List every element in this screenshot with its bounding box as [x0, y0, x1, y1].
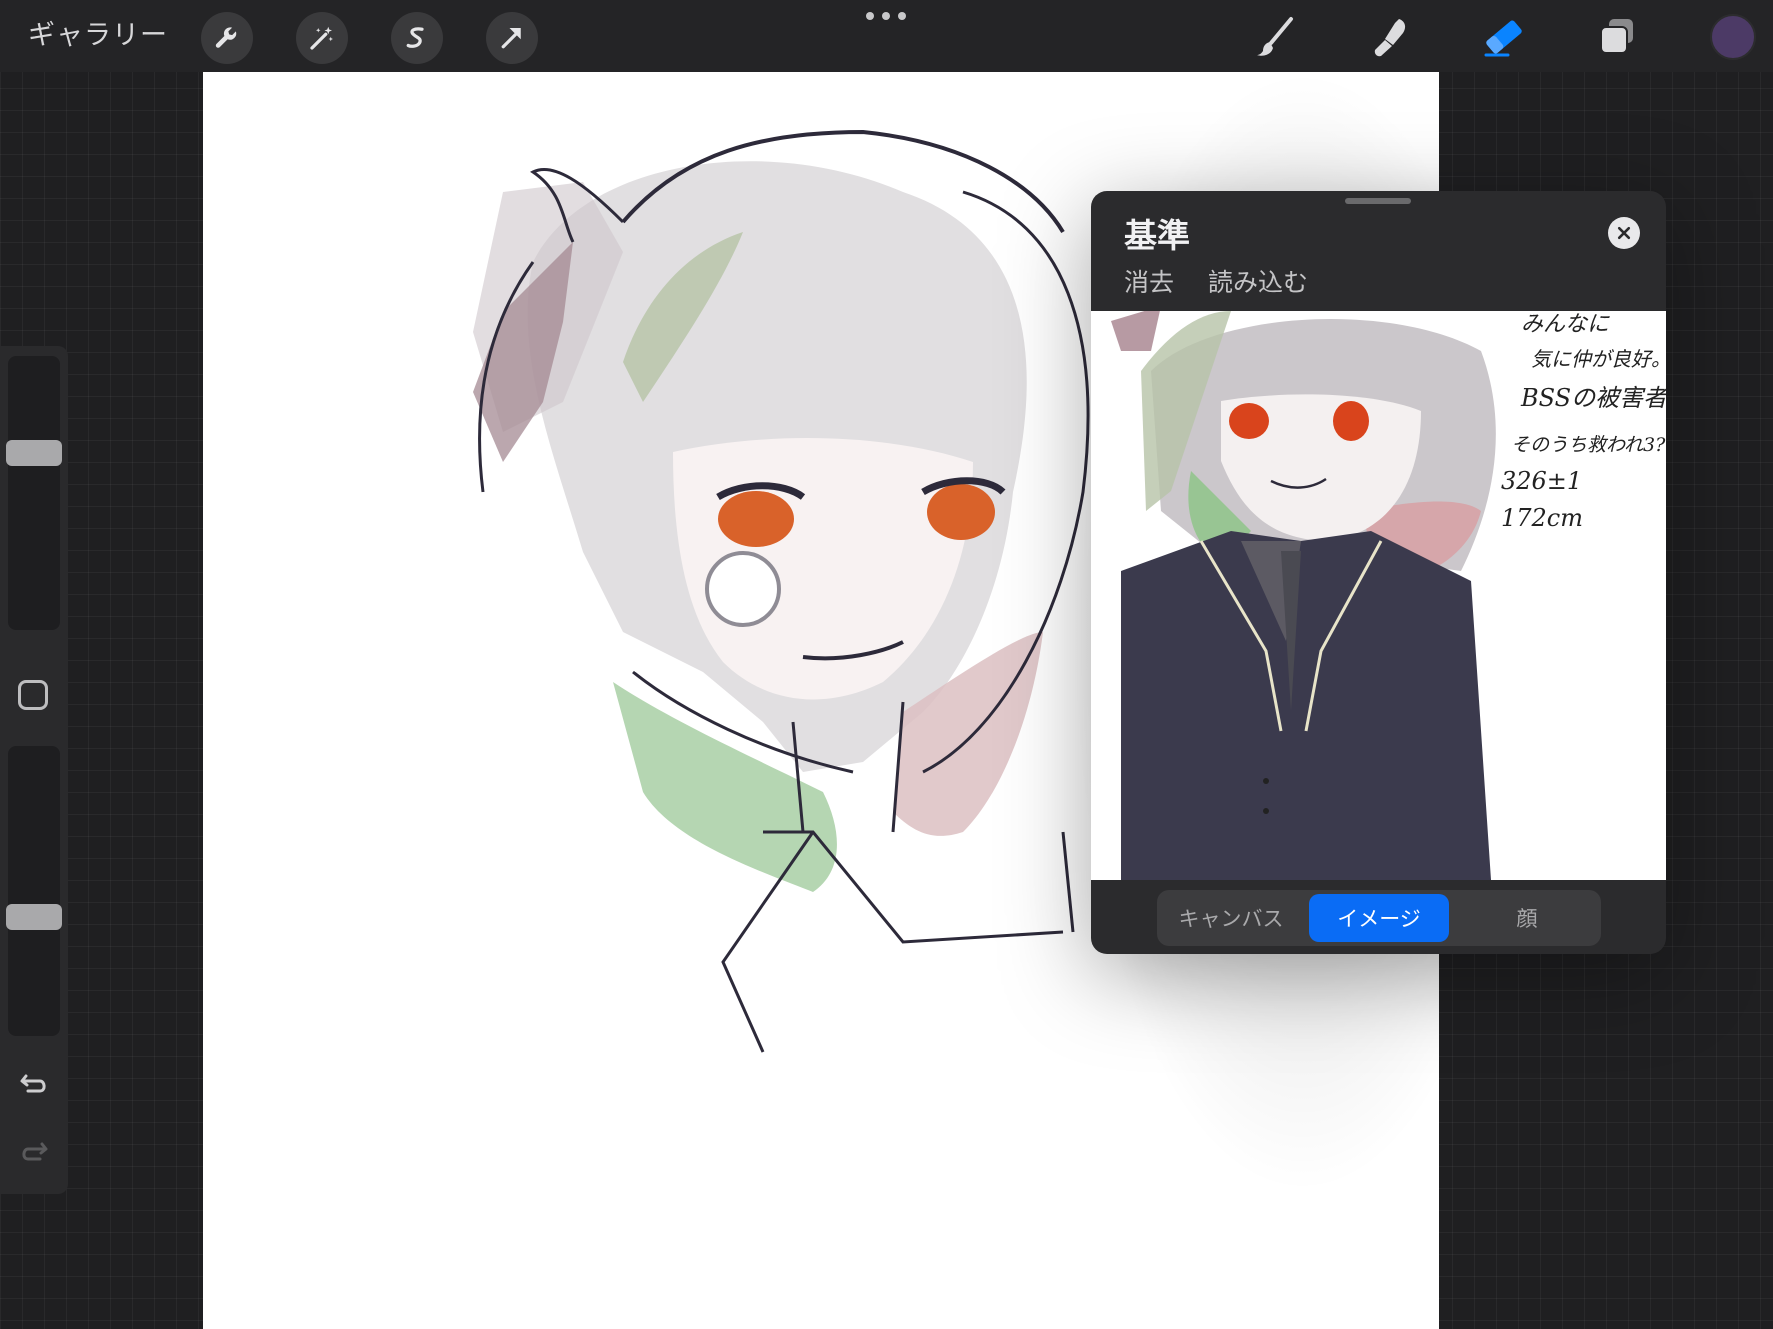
modify-button[interactable]	[18, 680, 48, 710]
brush-size-slider[interactable]	[8, 356, 60, 630]
more-dots-icon[interactable]	[866, 8, 906, 24]
panel-title: 基準	[1124, 216, 1190, 255]
note-line-2: 気に仲が良好。	[1531, 347, 1666, 371]
import-button[interactable]: 読み込む	[1208, 268, 1308, 297]
note-line-4: そのうち救われ3?	[1511, 434, 1666, 456]
wrench-icon[interactable]	[201, 12, 253, 64]
reference-image[interactable]: みんなに 気に仲が良好。 BSSの被害者。 そのうち救われ3? 326±1 17…	[1091, 311, 1666, 880]
selection-icon[interactable]	[391, 12, 443, 64]
segment-face[interactable]: 顔	[1457, 894, 1597, 942]
eraser-icon[interactable]	[1477, 10, 1531, 64]
note-line-3: BSSの被害者。	[1520, 384, 1666, 412]
opacity-slider[interactable]	[8, 746, 60, 1036]
gallery-button[interactable]: ギャラリー	[28, 16, 168, 56]
drag-handle[interactable]	[1345, 198, 1411, 204]
note-line-5: 326±1	[1501, 467, 1582, 495]
magic-wand-icon[interactable]	[296, 12, 348, 64]
note-line-1: みんなに	[1521, 312, 1610, 337]
transform-arrow-icon[interactable]	[486, 12, 538, 64]
segment-canvas[interactable]: キャンバス	[1161, 894, 1301, 942]
segment-image[interactable]: イメージ	[1309, 894, 1449, 942]
close-button[interactable]	[1608, 217, 1640, 249]
layers-icon[interactable]	[1590, 10, 1644, 64]
reference-mode-segmented-control: キャンバス イメージ 顔	[1157, 890, 1601, 946]
note-line-6: 172cm	[1501, 504, 1583, 532]
left-sidebar	[0, 346, 68, 1194]
color-swatch[interactable]	[1710, 14, 1756, 60]
undo-icon[interactable]	[16, 1064, 52, 1100]
reference-panel: 基準 消去 読み込む みんなに 気に仲が良好。 BSSの被害者 そのうち救われ3…	[1091, 191, 1666, 954]
close-icon	[1617, 226, 1631, 240]
brush-icon[interactable]	[1248, 10, 1302, 64]
redo-icon[interactable]	[16, 1132, 52, 1168]
clear-button[interactable]: 消去	[1124, 268, 1174, 297]
smudge-icon[interactable]	[1362, 10, 1416, 64]
top-toolbar: ギャラリー	[0, 0, 1773, 72]
brush-size-thumb[interactable]	[6, 440, 62, 467]
opacity-thumb[interactable]	[6, 904, 62, 931]
